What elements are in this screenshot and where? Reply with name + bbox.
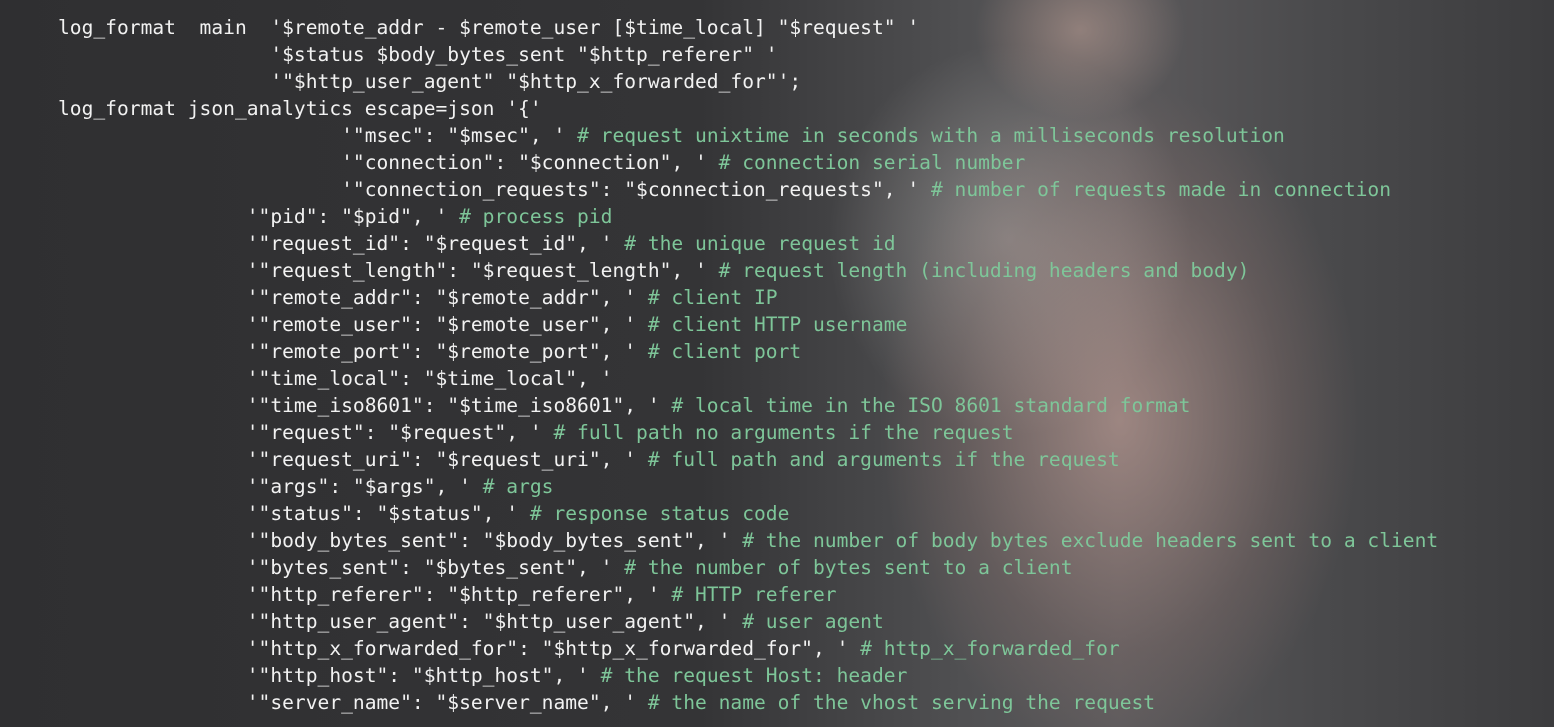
code-text: '"http_referer": "$http_referer", ' [246,583,672,606]
code-comment: # the number of bytes sent to a client [624,556,1073,579]
code-comment: # full path no arguments if the request [553,421,1014,444]
code-text: '"remote_user": "$remote_user", ' [246,313,648,336]
code-text: log_format json_analytics escape=json '{… [58,97,542,120]
code-comment: # client port [647,340,802,363]
code-comment: # request length (including headers and … [718,259,1250,282]
code-comment: # response status code [529,502,790,525]
code-comment: # connection serial number [718,151,1026,174]
code-line: '"status": "$status", ' # response statu… [58,500,1438,527]
code-comment: # full path and arguments if the request [647,448,1120,471]
code-comment: # number of requests made in connection [930,178,1392,201]
code-comment: # client IP [647,286,778,309]
code-line: '"http_x_forwarded_for": "$http_x_forwar… [58,635,1438,662]
code-line: log_format json_analytics escape=json '{… [58,95,1438,122]
code-comment: # the request Host: header [600,664,908,687]
code-line: '"pid": "$pid", ' # process pid [58,203,1438,230]
code-line: log_format main '$remote_addr - $remote_… [58,14,1438,41]
code-line: '"http_user_agent": "$http_user_agent", … [58,608,1438,635]
code-text: '"request_uri": "$request_uri", ' [246,448,648,471]
code-comment: # args [482,475,554,498]
code-text: '"status": "$status", ' [246,502,530,525]
code-line: '"request": "$request", ' # full path no… [58,419,1438,446]
code-line: '"time_local": "$time_local", ' [58,365,1438,392]
code-line: '"time_iso8601": "$time_iso8601", ' # lo… [58,392,1438,419]
code-text: '"request": "$request", ' [246,421,554,444]
code-line: '"body_bytes_sent": "$body_bytes_sent", … [58,527,1438,554]
code-line: '"server_name": "$server_name", ' # the … [58,689,1438,716]
code-line: '"remote_user": "$remote_user", ' # clie… [58,311,1438,338]
code-line: '"request_id": "$request_id", ' # the un… [58,230,1438,257]
code-text: '"connection_requests": "$connection_req… [341,178,931,201]
code-line: '"http_host": "$http_host", ' # the requ… [58,662,1438,689]
code-line: '"connection_requests": "$connection_req… [58,176,1438,203]
code-text: '"args": "$args", ' [246,475,483,498]
code-comment: # client HTTP username [647,313,908,336]
code-comment: # process pid [459,205,613,228]
code-line: '"remote_addr": "$remote_addr", ' # clie… [58,284,1438,311]
code-line: '"request_length": "$request_length", ' … [58,257,1438,284]
code-text: '"bytes_sent": "$bytes_sent", ' [246,556,625,579]
code-line: '"args": "$args", ' # args [58,473,1438,500]
code-line: '"remote_port": "$remote_port", ' # clie… [58,338,1438,365]
code-comment: # the number of body bytes exclude heade… [742,529,1439,552]
code-text: '"time_local": "$time_local", ' [246,367,613,390]
code-text: '"http_user_agent": "$http_user_agent", … [246,610,743,633]
code-block: log_format main '$remote_addr - $remote_… [58,14,1438,716]
code-text: '"remote_addr": "$remote_addr", ' [246,286,648,309]
code-comment: # the name of the vhost serving the requ… [647,691,1156,714]
code-comment: # http_x_forwarded_for [860,637,1120,660]
code-text: '"pid": "$pid", ' [246,205,460,228]
code-comment: # local time in the ISO 8601 standard fo… [671,394,1191,417]
code-line: '"$http_user_agent" "$http_x_forwarded_f… [58,68,1438,95]
code-line: '$status $body_bytes_sent "$http_referer… [58,41,1438,68]
code-text: '"server_name": "$server_name", ' [246,691,648,714]
code-text: '"connection": "$connection", ' [341,151,719,174]
code-text: '"remote_port": "$remote_port", ' [246,340,648,363]
code-text: '"http_host": "$http_host", ' [246,664,601,687]
code-comment: # user agent [742,610,884,633]
code-text: log_format main '$remote_addr - $remote_… [58,16,920,39]
code-line: '"msec": "$msec", ' # request unixtime i… [58,122,1438,149]
code-text: '"body_bytes_sent": "$body_bytes_sent", … [246,529,743,552]
code-text: '$status $body_bytes_sent "$http_referer… [270,43,778,66]
code-line: '"connection": "$connection", ' # connec… [58,149,1438,176]
code-line: '"bytes_sent": "$bytes_sent", ' # the nu… [58,554,1438,581]
code-text: '"http_x_forwarded_for": "$http_x_forwar… [246,637,861,660]
code-text: '"request_id": "$request_id", ' [246,232,625,255]
code-comment: # the unique request id [624,232,896,255]
code-line: '"http_referer": "$http_referer", ' # HT… [58,581,1438,608]
code-text: '"msec": "$msec", ' [341,124,578,147]
code-text: '"$http_user_agent" "$http_x_forwarded_f… [270,70,802,93]
code-comment: # request unixtime in seconds with a mil… [577,124,1285,147]
code-text: '"request_length": "$request_length", ' [246,259,719,282]
code-line: '"request_uri": "$request_uri", ' # full… [58,446,1438,473]
code-comment: # HTTP referer [671,583,837,606]
code-text: '"time_iso8601": "$time_iso8601", ' [246,394,672,417]
